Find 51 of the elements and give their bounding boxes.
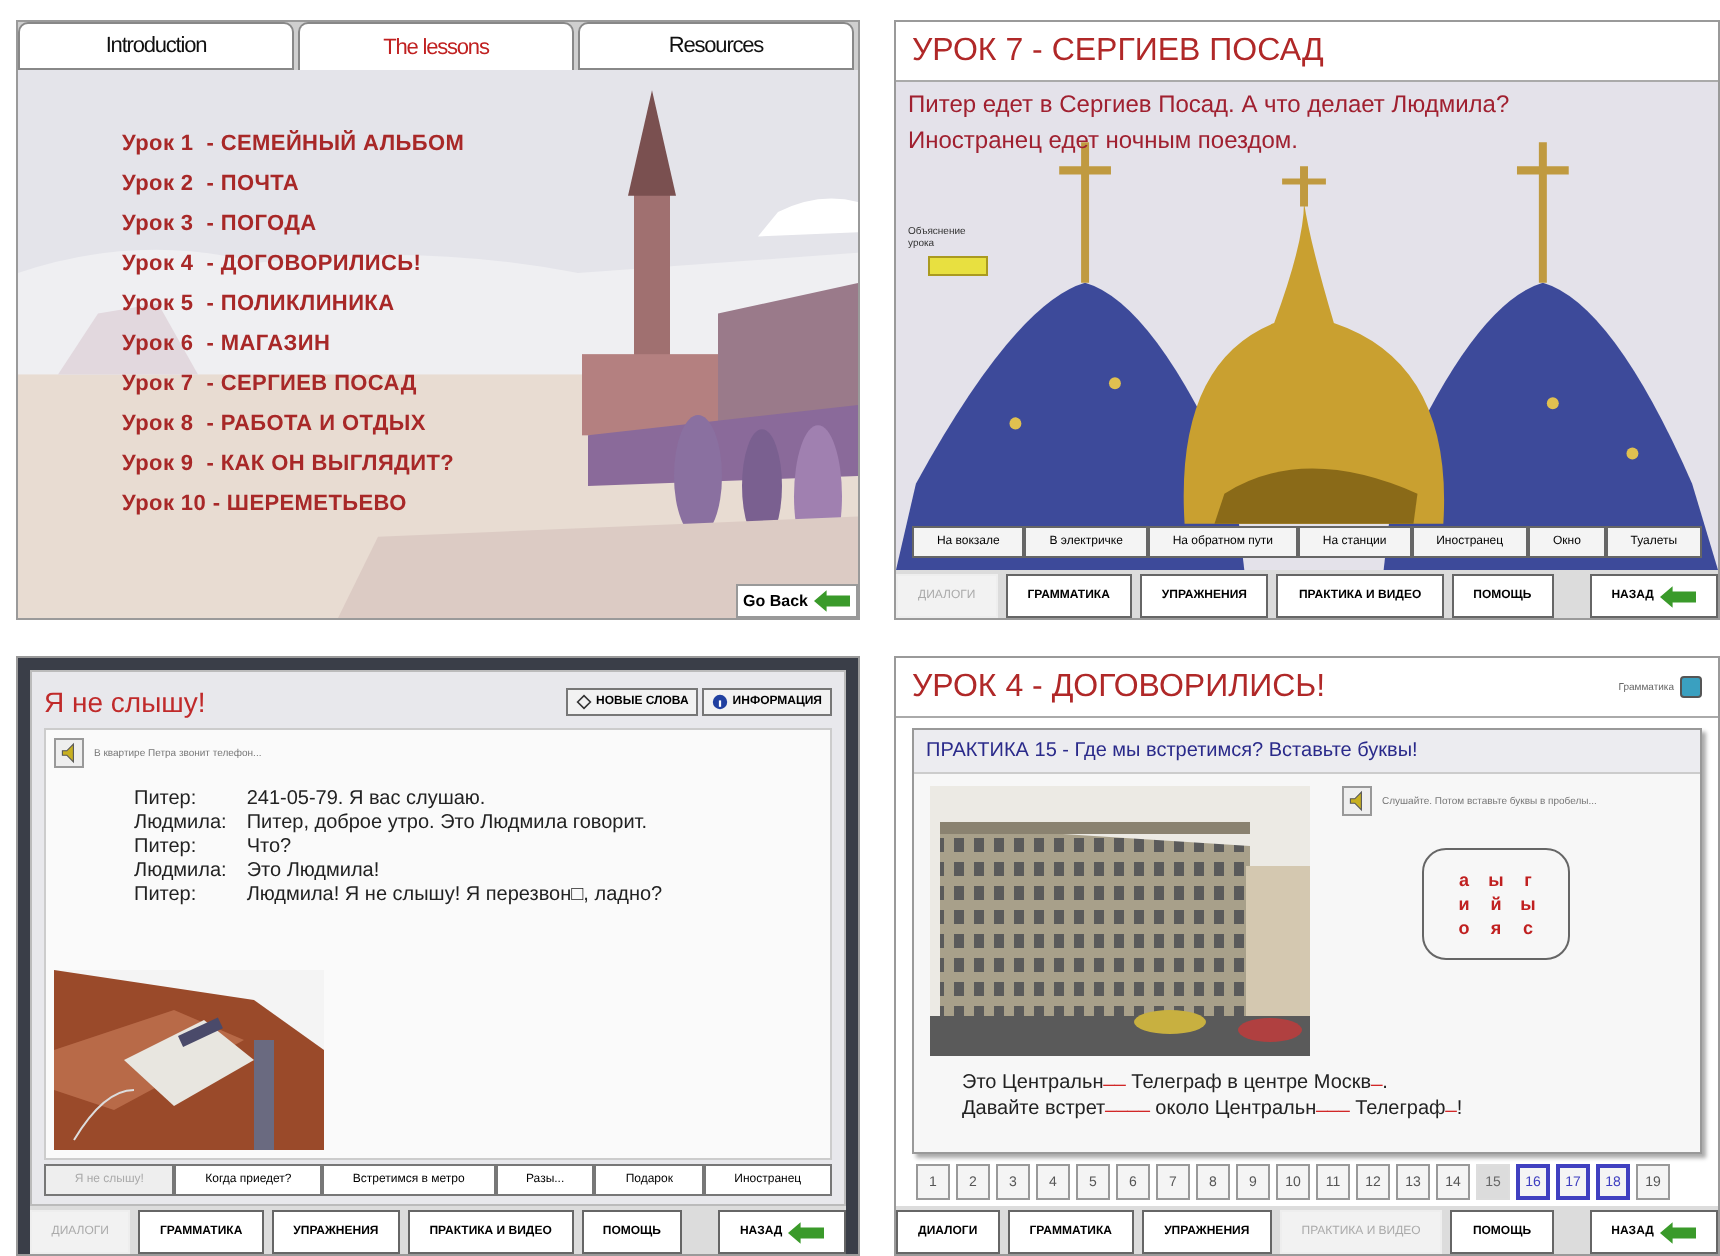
letter: о bbox=[1456, 918, 1472, 938]
lesson-link[interactable]: Урок 3 - ПОГОДА bbox=[122, 210, 317, 238]
exercise-sentence: Это Центральн__ Телеграф в центре Москв_. bbox=[962, 1072, 1390, 1094]
lesson-title: УРОК 4 - ДОГОВОРИЛИСЬ! bbox=[912, 669, 1326, 705]
lesson-link[interactable]: Урок 5 - ПОЛИКЛИНИКА bbox=[122, 290, 395, 318]
tab[interactable]: Introduction bbox=[18, 22, 294, 70]
speaker-name: Людмила: bbox=[134, 860, 227, 882]
letter: с bbox=[1520, 918, 1535, 938]
speaker-icon bbox=[1346, 790, 1368, 812]
letter: й bbox=[1488, 894, 1504, 914]
lesson-link[interactable]: Урок 1 - СЕМЕЙНЫЙ АЛЬБОМ bbox=[122, 130, 465, 158]
letter: и bbox=[1456, 894, 1472, 914]
dialogue-line: 241-05-79. Я вас слушаю. bbox=[246, 788, 488, 810]
arrow-icon bbox=[788, 1221, 825, 1243]
lesson-link[interactable]: Урок 7 - СЕРГИЕВ ПОСАД bbox=[122, 370, 417, 398]
letter: г bbox=[1522, 870, 1534, 890]
lesson-title: УРОК 7 - СЕРГИЕВ ПОСАД bbox=[912, 33, 1324, 69]
speaker-icon bbox=[58, 742, 80, 764]
lesson-link[interactable]: Урок 10 - ШЕРЕМЕТЬЕВО bbox=[122, 490, 407, 518]
speaker-name: Питер: bbox=[134, 788, 199, 810]
letter: я bbox=[1488, 918, 1504, 938]
dialogue-line: Людмила! Я не слышу! Я перезвон□, ладно? bbox=[246, 884, 665, 906]
speaker-name: Людмила: bbox=[134, 812, 227, 834]
letter: а bbox=[1456, 870, 1471, 890]
practice-heading: ПРАКТИКА 15 - Где мы встретимся? Вставьте буквы! bbox=[914, 730, 1700, 774]
exercise-sentence: Давайте встрет____ около Центральн___ Телеграф_! bbox=[962, 1098, 1465, 1120]
lesson-link[interactable]: Урок 9 - КАК ОН ВЫГЛЯДИТ? bbox=[122, 450, 455, 478]
lesson-link[interactable]: Урок 4 - ДОГОВОРИЛИСЬ! bbox=[122, 250, 422, 278]
dialogue-line: Питер, доброе утро. Это Людмила говорит. bbox=[246, 812, 650, 834]
speaker-button[interactable] bbox=[1342, 786, 1372, 816]
dialogue-line: Что? bbox=[246, 836, 294, 858]
speaker-name: Питер: bbox=[134, 836, 199, 858]
lesson-link[interactable]: Урок 8 - РАБОТА И ОТДЫХ bbox=[122, 410, 426, 438]
lesson-link[interactable]: Урок 6 - МАГАЗИН bbox=[122, 330, 331, 358]
arrow-icon bbox=[1659, 1221, 1696, 1243]
intro-text: Иностранец едет ночным поездом. bbox=[908, 126, 1298, 154]
speaker-name: Питер: bbox=[134, 884, 199, 906]
speaker-button[interactable] bbox=[54, 738, 84, 768]
tab[interactable]: Resources bbox=[578, 22, 854, 70]
diamond-icon bbox=[575, 694, 592, 710]
letter: ы bbox=[1518, 894, 1538, 914]
letter: ы bbox=[1486, 870, 1506, 890]
dialogue-title: Я не слышу! bbox=[44, 686, 206, 718]
lesson-link[interactable]: Урок 2 - ПОЧТА bbox=[122, 170, 300, 198]
dialogue-line: Это Людмила! bbox=[246, 860, 382, 882]
arrow-icon bbox=[1659, 585, 1696, 607]
back-button[interactable]: Go Back bbox=[735, 584, 858, 618]
tab[interactable]: The lessons bbox=[298, 22, 574, 70]
info-icon bbox=[712, 694, 729, 710]
arrow-icon bbox=[814, 590, 850, 612]
intro-text: Питер едет в Сергиев Посад. А что делает Людмила? bbox=[908, 90, 1510, 118]
